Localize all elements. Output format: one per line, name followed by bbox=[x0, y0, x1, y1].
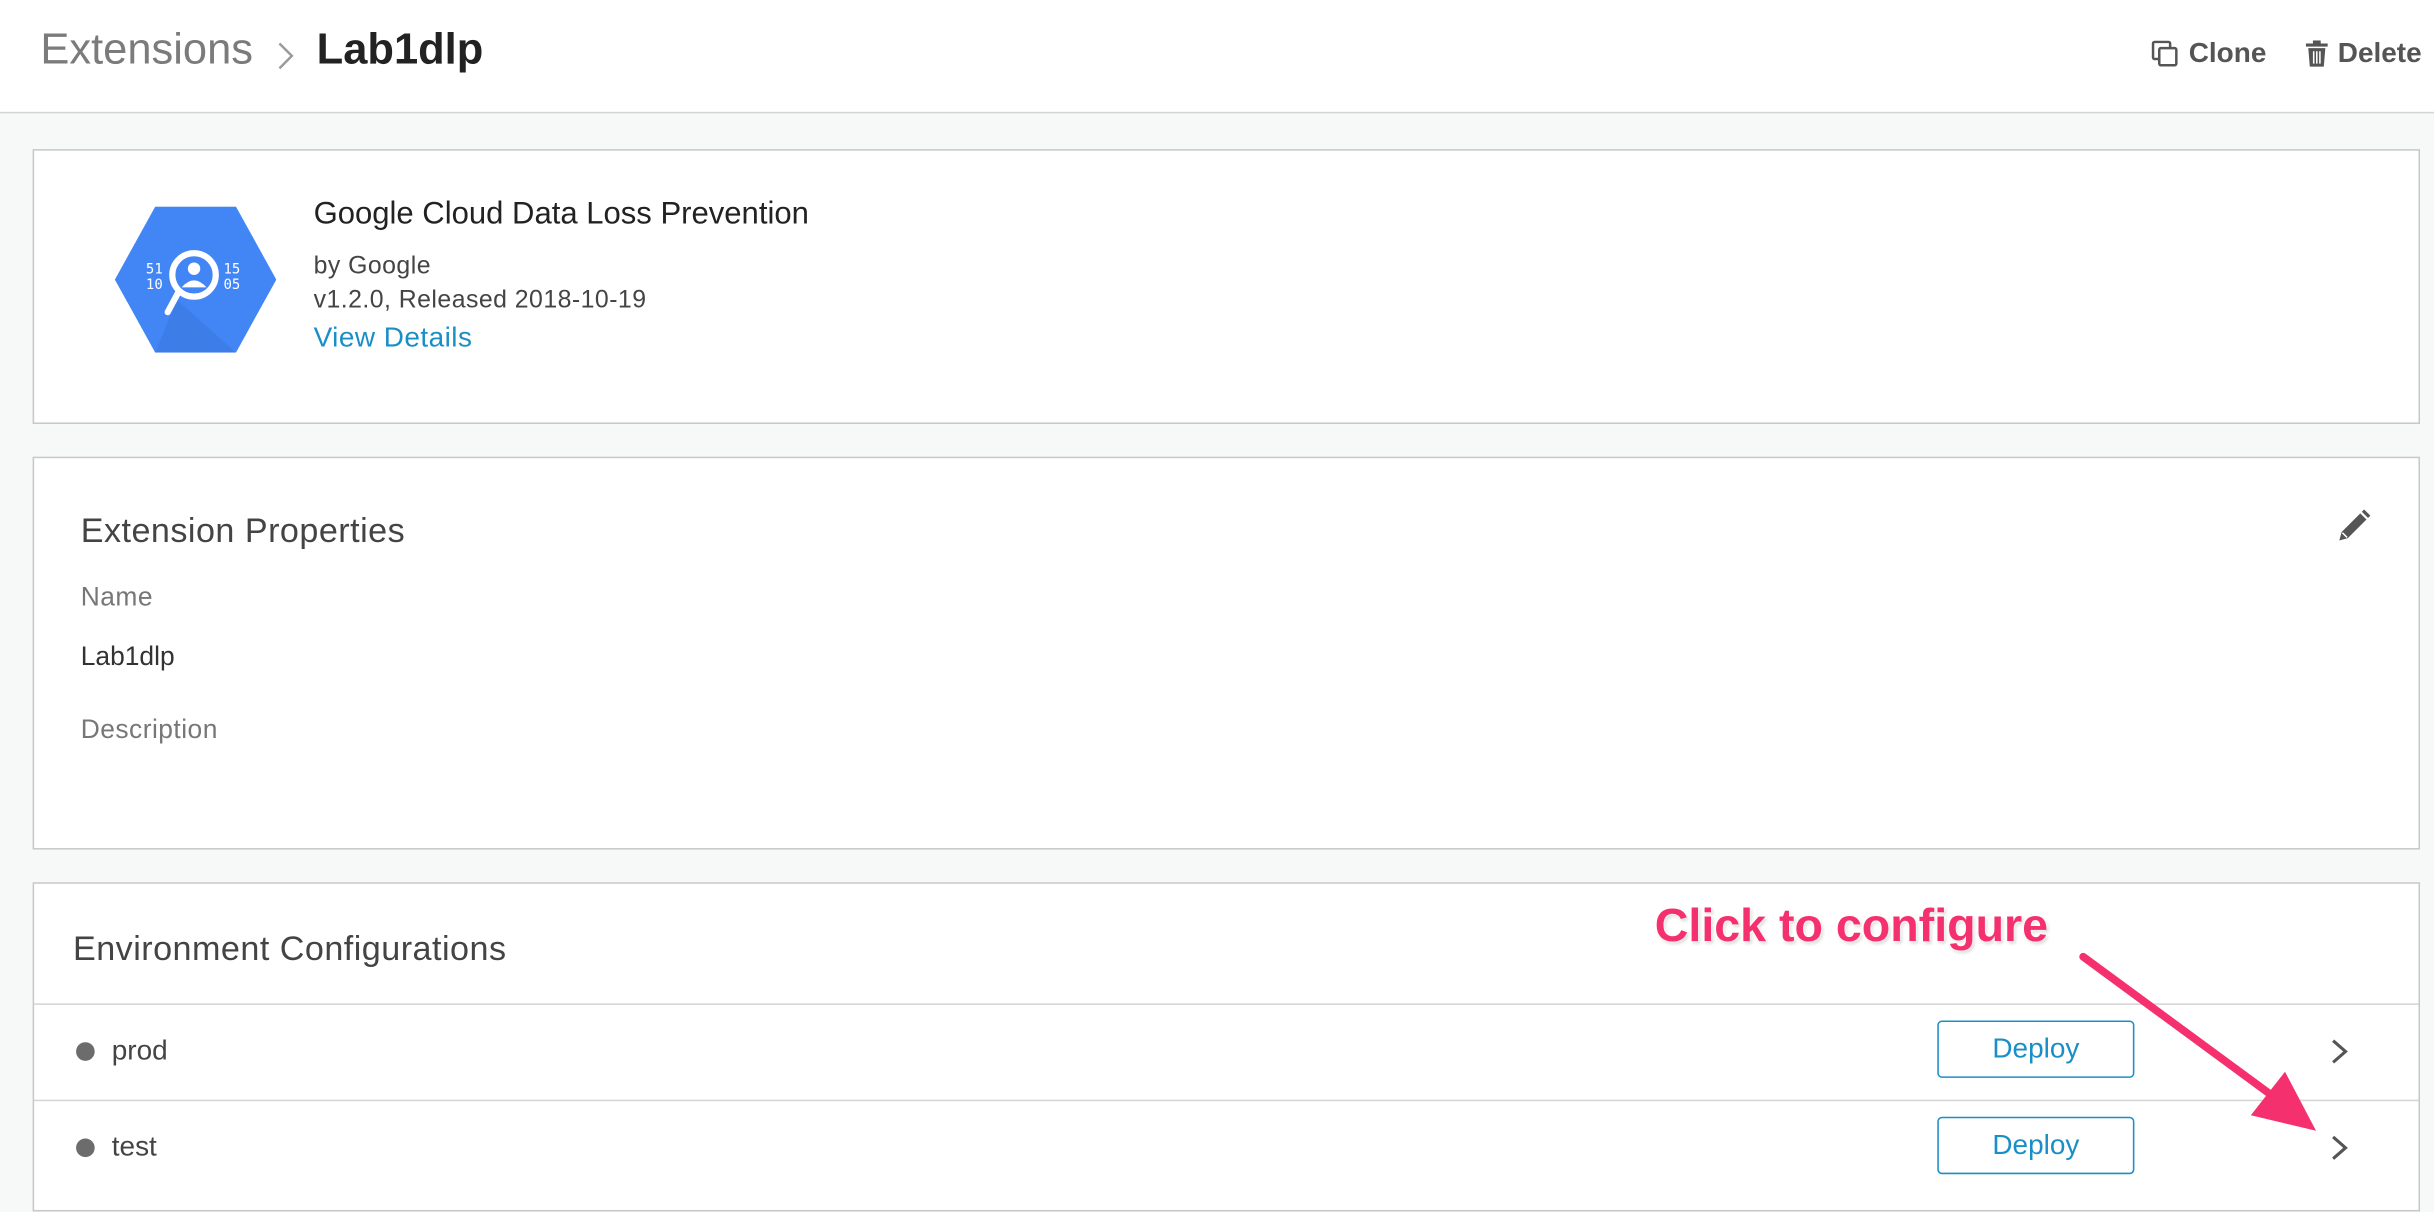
delete-label: Delete bbox=[2337, 37, 2422, 69]
extension-summary-card: 51 10 15 05 Google Cloud Data Loss Preve… bbox=[32, 149, 2421, 425]
page-title: Lab1dlp bbox=[316, 24, 484, 74]
delete-button[interactable]: Delete bbox=[2305, 37, 2422, 70]
clone-button[interactable]: Clone bbox=[2151, 37, 2266, 70]
extension-properties-card: Extension Properties Name Lab1dlp Descri… bbox=[32, 456, 2421, 850]
clone-icon bbox=[2151, 39, 2178, 66]
logo-text-left-top: 51 bbox=[146, 261, 163, 277]
pencil-edit-icon[interactable] bbox=[2335, 508, 2372, 545]
environment-row-prod[interactable]: prod Deploy bbox=[34, 1003, 2419, 1099]
logo-text-right-bottom: 05 bbox=[224, 277, 241, 293]
annotation-arrow-icon bbox=[2079, 952, 2317, 1131]
name-label: Name bbox=[80, 582, 153, 612]
status-dot-icon bbox=[76, 1042, 95, 1061]
extension-version: v1.2.0, Released 2018-10-19 bbox=[313, 287, 647, 314]
extension-title: Google Cloud Data Loss Prevention bbox=[313, 197, 809, 232]
name-value: Lab1dlp bbox=[80, 641, 175, 671]
clone-label: Clone bbox=[2188, 37, 2267, 69]
status-dot-icon bbox=[76, 1138, 95, 1158]
cloud-dlp-logo-icon: 51 10 15 05 bbox=[114, 206, 277, 353]
environment-name: prod bbox=[111, 1034, 168, 1066]
trash-icon bbox=[2305, 40, 2328, 67]
environment-name: test bbox=[111, 1130, 157, 1162]
description-label: Description bbox=[80, 714, 218, 744]
logo-text-left-bottom: 10 bbox=[146, 277, 163, 293]
properties-section-title: Extension Properties bbox=[80, 511, 406, 550]
environments-section-title: Environment Configurations bbox=[72, 928, 507, 968]
top-bar: Extensions Lab1dlp Clone Delete bbox=[0, 0, 2434, 114]
environment-row-test[interactable]: test Deploy bbox=[34, 1099, 2419, 1196]
environment-configurations-card: Environment Configurations prod Deploy t… bbox=[32, 882, 2421, 1212]
view-details-link[interactable]: View Details bbox=[314, 322, 473, 355]
breadcrumb-extensions-link[interactable]: Extensions bbox=[40, 25, 253, 75]
click-to-configure-annotation: Click to configure bbox=[1654, 900, 2049, 953]
extension-publisher: by Google bbox=[313, 253, 431, 280]
breadcrumb-separator-icon bbox=[278, 42, 294, 70]
logo-text-right-top: 15 bbox=[224, 261, 241, 277]
page: Extensions Lab1dlp Clone Delete 51 10 15… bbox=[0, 0, 2434, 1212]
